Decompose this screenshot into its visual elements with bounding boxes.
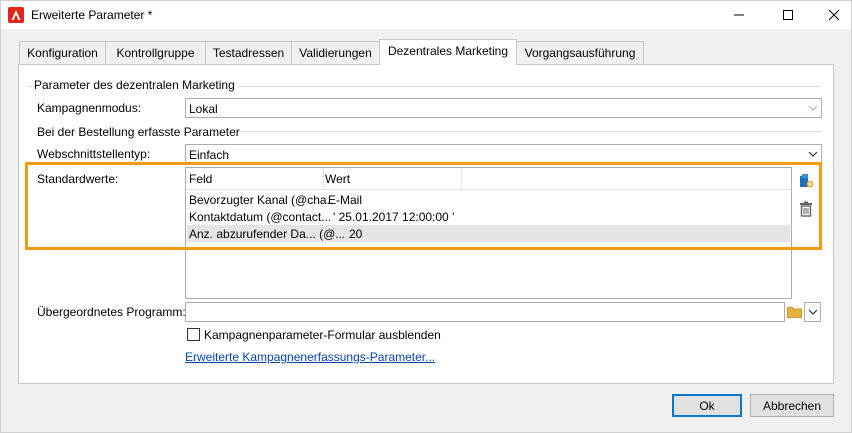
- ok-label: Ok: [699, 399, 715, 413]
- cancel-label: Abbrechen: [762, 399, 822, 413]
- list-row[interactable]: Bevorzugter Kanal (@cha.. E-Mail: [187, 191, 790, 208]
- row-value: 20: [349, 227, 363, 241]
- parent-program-label: Übergeordnetes Programm:: [37, 305, 186, 319]
- hide-form-checkbox[interactable]: [187, 328, 200, 341]
- advanced-parameters-link[interactable]: Erweiterte Kampagnenerfassungs-Parameter…: [185, 350, 435, 364]
- window-title: Erweiterte Parameter *: [31, 8, 153, 22]
- group-title: Parameter des dezentralen Marketing: [34, 78, 239, 92]
- row-value: E-Mail: [328, 193, 363, 207]
- delete-icon: [800, 201, 812, 217]
- interface-type-select[interactable]: Einfach: [185, 144, 822, 164]
- add-parameter-button[interactable]: [797, 172, 815, 190]
- order-section-title: Bei der Bestellung erfasste Parameter: [37, 125, 240, 139]
- column-header-wert[interactable]: Wert: [325, 172, 350, 186]
- row-field: Anz. abzurufender Da... (@...: [189, 227, 346, 241]
- folder-icon: [786, 307, 802, 318]
- row-field: Bevorzugter Kanal (@cha..: [189, 193, 334, 207]
- title-bar: Erweiterte Parameter *: [1, 1, 851, 29]
- campaign-mode-label: Kampagnenmodus:: [37, 101, 142, 115]
- column-separator: [461, 168, 462, 189]
- defaults-list[interactable]: Feld Wert Bevorzugter Kanal (@cha.. E-Ma…: [185, 167, 792, 299]
- chevron-down-icon: [808, 309, 817, 315]
- adobe-campaign-icon: [8, 7, 24, 23]
- tab-dezentrales-marketing[interactable]: Dezentrales Marketing: [379, 39, 517, 65]
- tab-vorgangsausfuehrung[interactable]: Vorgangsausführung: [516, 41, 644, 64]
- row-value: ' 25.01.2017 12:00:00 ': [333, 210, 455, 224]
- list-header: Feld Wert: [186, 168, 791, 190]
- ok-button[interactable]: Ok: [672, 394, 742, 417]
- interface-type-label: Webschnittstellentyp:: [37, 147, 151, 161]
- delete-button[interactable]: [797, 200, 815, 218]
- campaign-mode-select[interactable]: Lokal: [185, 98, 822, 118]
- chevron-down-icon: [804, 145, 821, 163]
- list-row[interactable]: Kontaktdatum (@contact... ' 25.01.2017 1…: [187, 208, 790, 225]
- chevron-down-icon: [804, 99, 821, 117]
- close-icon: [828, 9, 840, 21]
- section-divider: [237, 131, 822, 132]
- column-separator: [323, 168, 324, 189]
- interface-type-value: Einfach: [189, 148, 230, 162]
- browse-button[interactable]: [785, 302, 803, 322]
- tab-testadressen[interactable]: Testadressen: [205, 41, 292, 64]
- parent-program-dropdown[interactable]: [804, 302, 821, 322]
- tab-validierungen[interactable]: Validierungen: [291, 41, 380, 64]
- column-header-feld[interactable]: Feld: [189, 172, 212, 186]
- minimize-button[interactable]: [716, 1, 762, 29]
- row-field: Kontaktdatum (@contact...: [189, 210, 332, 224]
- tab-kontrollgruppe[interactable]: Kontrollgruppe: [105, 41, 206, 64]
- close-button[interactable]: [811, 1, 852, 29]
- defaults-label: Standardwerte:: [37, 172, 119, 186]
- list-row-selected[interactable]: Anz. abzurufender Da... (@... 20: [187, 225, 790, 242]
- cancel-button[interactable]: Abbrechen: [750, 394, 834, 417]
- minimize-icon: [734, 14, 744, 16]
- campaign-mode-value: Lokal: [189, 102, 218, 116]
- tab-konfiguration[interactable]: Konfiguration: [19, 41, 106, 64]
- hide-form-label[interactable]: Kampagnenparameter-Formular ausblenden: [204, 328, 441, 342]
- maximize-icon: [783, 10, 793, 20]
- add-parameter-icon: [800, 174, 814, 188]
- parent-program-input[interactable]: [185, 302, 785, 322]
- maximize-button[interactable]: [765, 1, 811, 29]
- dialog-window: Erweiterte Parameter * Konfiguration Kon…: [0, 0, 852, 433]
